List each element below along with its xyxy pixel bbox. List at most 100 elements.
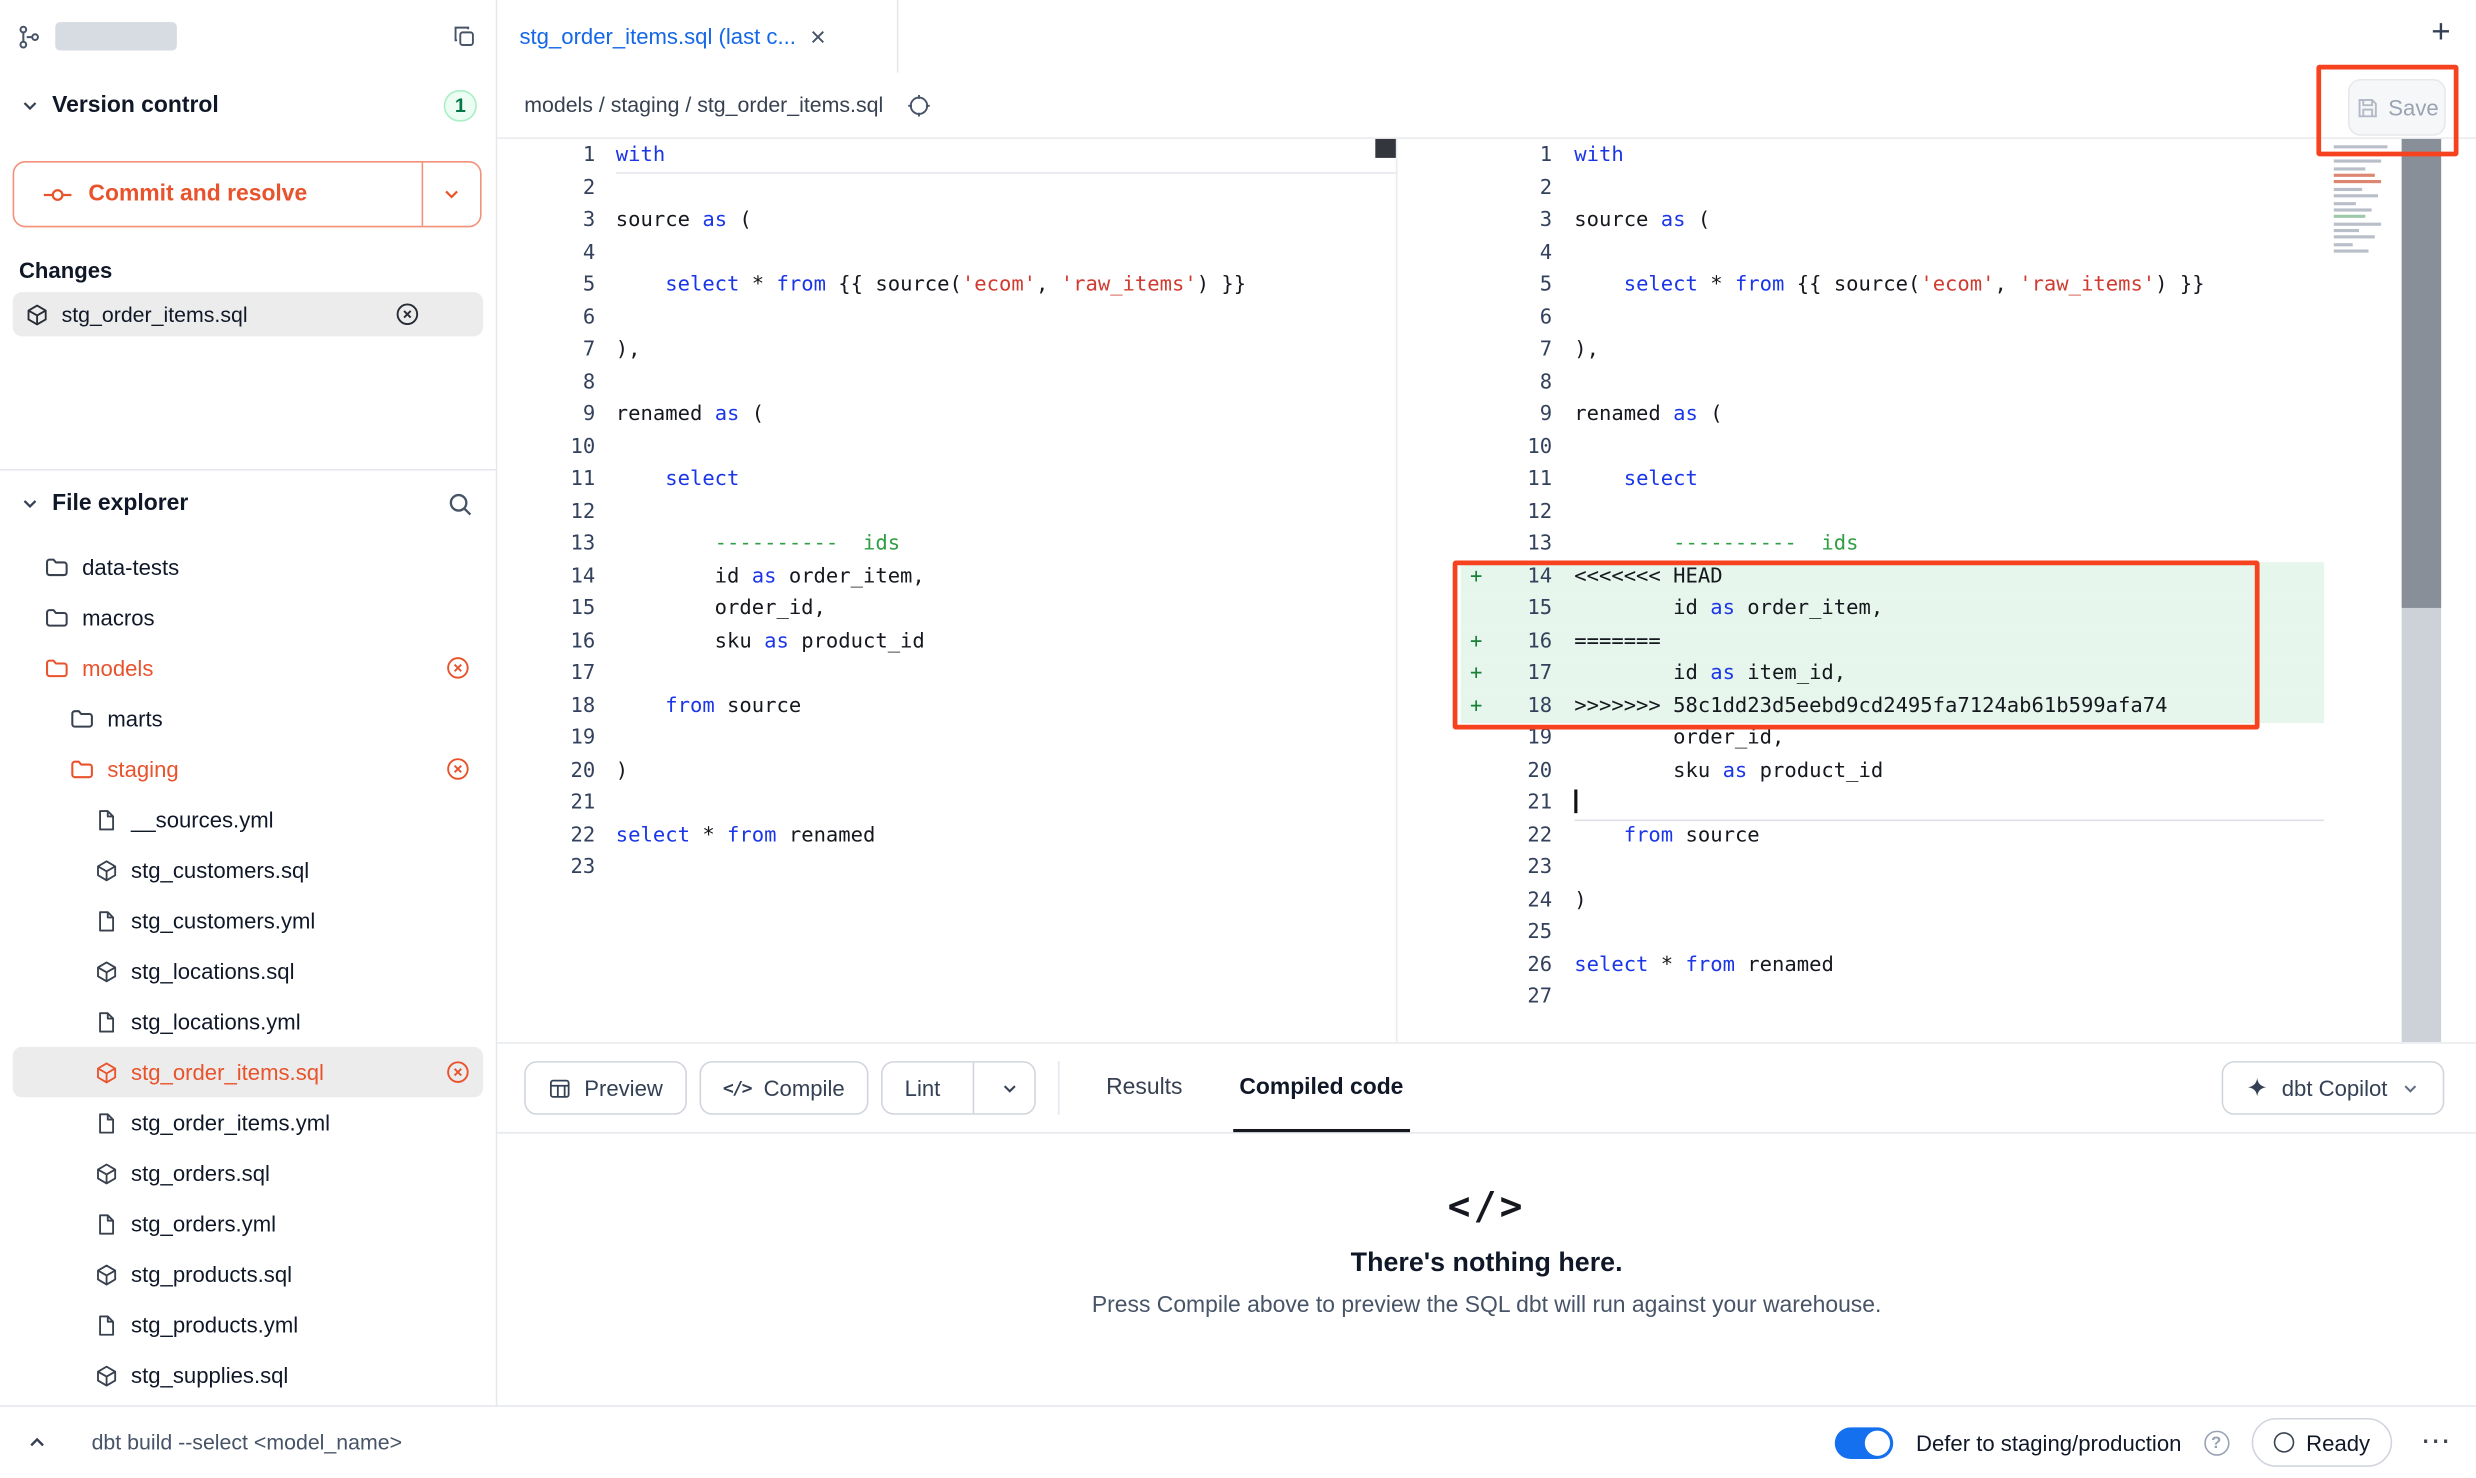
help-icon[interactable]: ? — [2204, 1430, 2229, 1455]
code-line-8[interactable]: 8 — [497, 367, 1395, 399]
code-line-14[interactable]: 14 id as order_item, — [497, 561, 1395, 593]
file-tree-item-stg_products.yml[interactable]: stg_products.yml — [13, 1300, 484, 1351]
scrollbar[interactable] — [2402, 139, 2441, 1042]
changed-file-stg_order_items.sql[interactable]: stg_order_items.sql — [13, 292, 484, 336]
code-line-4[interactable]: 4 — [1461, 238, 2325, 270]
branch-icon[interactable] — [16, 23, 43, 50]
file-tree-item-data-tests[interactable]: data-tests — [13, 542, 484, 593]
tab-results[interactable]: Results — [1078, 1044, 1211, 1132]
file-tree-item-models[interactable]: models — [13, 643, 484, 694]
code-line-13[interactable]: 13 ---------- ids — [497, 529, 1395, 561]
code-line-4[interactable]: 4 — [497, 238, 1395, 270]
discard-changes-icon[interactable] — [395, 302, 420, 327]
code-line-24[interactable]: 24) — [1461, 885, 2325, 917]
chevron-down-icon[interactable] — [986, 1078, 1033, 1099]
file-tree-item-stg_locations.yml[interactable]: stg_locations.yml — [13, 996, 484, 1047]
discard-changes-icon[interactable] — [445, 1060, 470, 1085]
code-line-19[interactable]: 19 order_id, — [1461, 723, 2325, 755]
code-line-8[interactable]: 8 — [1461, 367, 2325, 399]
lint-button[interactable]: Lint — [881, 1061, 1035, 1115]
editor-pane-left[interactable]: 1with23source as (45 select * from {{ so… — [497, 139, 1397, 1042]
file-tree-item-stg_order_items.sql[interactable]: stg_order_items.sql — [13, 1047, 484, 1098]
code-line-23[interactable]: 23 — [1461, 853, 2325, 885]
code-line-21[interactable]: 21 — [1461, 788, 2325, 820]
commit-and-resolve-button[interactable]: Commit and resolve — [13, 161, 482, 227]
code-line-20[interactable]: 20) — [497, 756, 1395, 788]
file-tree-item-marts[interactable]: marts — [13, 693, 484, 744]
file-tree-item-stg_customers.yml[interactable]: stg_customers.yml — [13, 895, 484, 946]
code-line-10[interactable]: 10 — [1461, 432, 2325, 464]
code-line-9[interactable]: 9renamed as ( — [497, 399, 1395, 431]
code-line-18[interactable]: 18 from source — [497, 691, 1395, 723]
file-tree-item-__sources.yml[interactable]: __sources.yml — [13, 794, 484, 845]
new-tab-button[interactable]: + — [2431, 14, 2450, 52]
compile-button[interactable]: </> Compile — [699, 1061, 868, 1115]
file-tree-item-stg_locations.sql[interactable]: stg_locations.sql — [13, 946, 484, 997]
editor-pane-right[interactable]: 1with23source as (45 select * from {{ so… — [1461, 139, 2325, 1042]
code-line-3[interactable]: 3source as ( — [497, 205, 1395, 237]
code-line-16[interactable]: +16======= — [1461, 626, 2325, 658]
code-line-6[interactable]: 6 — [1461, 302, 2325, 334]
file-tree-item-stg_orders.yml[interactable]: stg_orders.yml — [13, 1198, 484, 1249]
code-line-15[interactable]: 15 id as order_item, — [1461, 594, 2325, 626]
commit-dropdown-button[interactable] — [422, 163, 480, 226]
cli-command[interactable]: dbt build --select <model_name> — [92, 1431, 402, 1455]
search-icon[interactable] — [447, 490, 474, 517]
tab-compiled-code[interactable]: Compiled code — [1211, 1044, 1432, 1132]
file-tree-item-stg_products.sql[interactable]: stg_products.sql — [13, 1249, 484, 1300]
left-pane-minimap[interactable] — [1375, 139, 1396, 158]
code-line-19[interactable]: 19 — [497, 723, 1395, 755]
code-line-22[interactable]: 22select * from renamed — [497, 820, 1395, 852]
code-line-6[interactable]: 6 — [497, 302, 1395, 334]
code-line-20[interactable]: 20 sku as product_id — [1461, 756, 2325, 788]
canvas-toggle-icon[interactable] — [907, 92, 932, 117]
code-line-1[interactable]: 1with — [497, 141, 1395, 173]
minimap[interactable] — [2331, 142, 2397, 319]
code-line-5[interactable]: 5 select * from {{ source('ecom', 'raw_i… — [1461, 270, 2325, 302]
code-line-27[interactable]: 27 — [1461, 982, 2325, 1014]
code-line-21[interactable]: 21 — [497, 788, 1395, 820]
code-line-7[interactable]: 7), — [497, 335, 1395, 367]
code-line-3[interactable]: 3source as ( — [1461, 205, 2325, 237]
close-icon[interactable]: × — [810, 23, 826, 50]
code-line-2[interactable]: 2 — [497, 173, 1395, 205]
code-line-25[interactable]: 25 — [1461, 917, 2325, 949]
code-line-18[interactable]: +18>>>>>>> 58c1dd23d5eebd9cd2495fa7124ab… — [1461, 691, 2325, 723]
code-line-14[interactable]: +14<<<<<<< HEAD — [1461, 561, 2325, 593]
dbt-copilot-button[interactable]: dbt Copilot — [2222, 1061, 2445, 1115]
code-line-5[interactable]: 5 select * from {{ source('ecom', 'raw_i… — [497, 270, 1395, 302]
file-tree-item-stg_supplies.sql[interactable]: stg_supplies.sql — [13, 1350, 484, 1401]
save-button[interactable]: Save — [2348, 79, 2446, 136]
defer-toggle[interactable] — [1835, 1427, 1893, 1459]
code-line-15[interactable]: 15 order_id, — [497, 594, 1395, 626]
code-line-11[interactable]: 11 select — [497, 464, 1395, 496]
commit-button-main[interactable]: Commit and resolve — [14, 163, 421, 226]
file-explorer-header[interactable]: File explorer — [19, 478, 474, 529]
discard-changes-icon[interactable] — [445, 756, 470, 781]
code-line-7[interactable]: 7), — [1461, 335, 2325, 367]
code-line-1[interactable]: 1with — [1461, 141, 2325, 173]
file-tree-item-stg_orders.sql[interactable]: stg_orders.sql — [13, 1148, 484, 1199]
code-line-13[interactable]: 13 ---------- ids — [1461, 529, 2325, 561]
code-line-10[interactable]: 10 — [497, 432, 1395, 464]
file-tree-item-stg_order_items.yml[interactable]: stg_order_items.yml — [13, 1097, 484, 1148]
code-line-9[interactable]: 9renamed as ( — [1461, 399, 2325, 431]
code-line-23[interactable]: 23 — [497, 853, 1395, 885]
code-line-26[interactable]: 26select * from renamed — [1461, 950, 2325, 982]
code-line-17[interactable]: +17 id as item_id, — [1461, 658, 2325, 690]
chevron-up-icon[interactable] — [25, 1431, 49, 1455]
scrollbar-thumb[interactable] — [2402, 139, 2441, 608]
code-line-12[interactable]: 12 — [497, 497, 1395, 529]
code-line-16[interactable]: 16 sku as product_id — [497, 626, 1395, 658]
discard-changes-icon[interactable] — [445, 655, 470, 680]
copy-icon[interactable] — [452, 24, 477, 49]
more-icon[interactable]: ⋯ — [2421, 1424, 2451, 1460]
tab-stg-order-items[interactable]: stg_order_items.sql (last c... × — [497, 0, 898, 73]
status-ready-badge[interactable]: Ready — [2251, 1418, 2392, 1467]
version-control-header[interactable]: Version control 1 — [19, 90, 477, 122]
code-line-2[interactable]: 2 — [1461, 173, 2325, 205]
code-line-12[interactable]: 12 — [1461, 497, 2325, 529]
code-line-22[interactable]: 22 from source — [1461, 820, 2325, 852]
preview-button[interactable]: Preview — [524, 1061, 686, 1115]
file-tree-item-macros[interactable]: macros — [13, 592, 484, 643]
